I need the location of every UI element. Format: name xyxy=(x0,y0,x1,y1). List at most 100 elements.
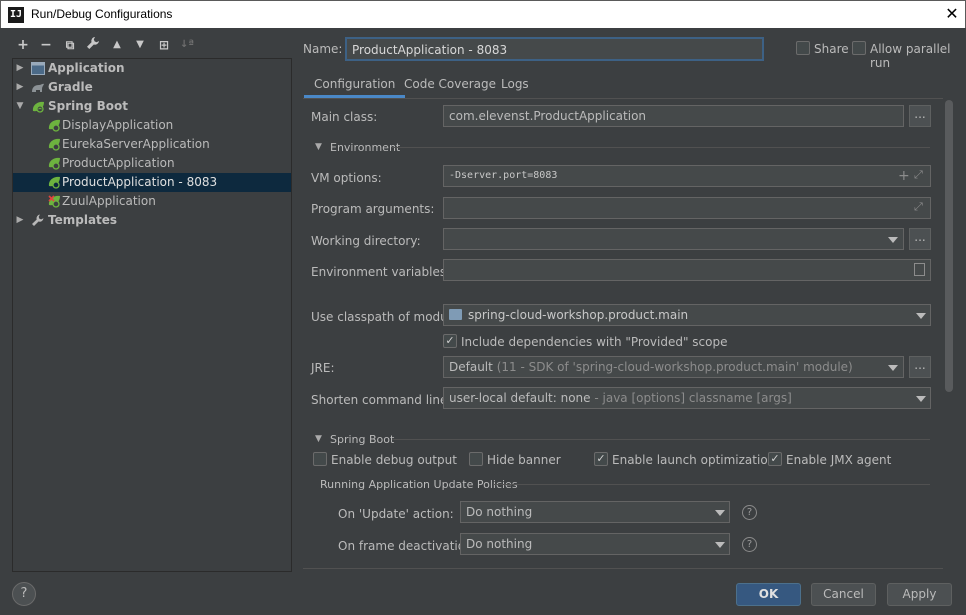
expand-arrow-icon[interactable]: ▶ xyxy=(15,211,25,230)
apply-button[interactable]: Apply xyxy=(887,583,952,606)
program-arguments-field[interactable] xyxy=(443,197,931,219)
shorten-detail: - java [options] classname [args] xyxy=(594,391,792,405)
chevron-down-icon[interactable] xyxy=(916,313,926,319)
close-icon[interactable]: ✕ xyxy=(943,4,961,23)
expand-arrow-icon[interactable]: ▶ xyxy=(15,59,25,78)
program-arguments-label: Program arguments: xyxy=(311,202,435,216)
jre-browse-button[interactable]: ... xyxy=(909,356,931,378)
intellij-logo-icon: IJ xyxy=(8,7,24,23)
classpath-module-select[interactable]: spring-cloud-workshop.product.main xyxy=(443,304,931,326)
move-up-icon[interactable]: ▲ xyxy=(108,36,126,54)
enable-jmx-agent-checkbox[interactable]: ✓ xyxy=(768,452,782,466)
chevron-down-icon[interactable] xyxy=(888,237,898,243)
expand-arrow-icon[interactable]: ▶ xyxy=(15,78,25,97)
main-class-field[interactable]: com.elevenst.ProductApplication xyxy=(443,105,904,127)
title-bar: IJ Run/Debug Configurations ✕ xyxy=(0,0,966,28)
tree-item-application[interactable]: ▶ Application xyxy=(13,59,291,78)
tree-item-product-application[interactable]: ProductApplication xyxy=(13,154,291,173)
list-icon[interactable] xyxy=(914,263,925,276)
working-directory-label: Working directory: xyxy=(311,234,421,248)
environment-collapse-icon[interactable]: ▼ xyxy=(315,142,322,152)
add-icon[interactable]: + xyxy=(898,168,910,184)
update-action-select[interactable]: Do nothing xyxy=(460,501,730,523)
spring-boot-divider xyxy=(392,439,930,440)
working-directory-browse-button[interactable]: ... xyxy=(909,228,931,250)
tree-item-eureka-server-application[interactable]: EurekaServerApplication xyxy=(13,135,291,154)
main-class-browse-button[interactable]: ... xyxy=(909,105,931,127)
shorten-command-line-label: Shorten command line: xyxy=(311,393,452,407)
add-icon[interactable]: + xyxy=(14,36,32,54)
frame-deactivation-select[interactable]: Do nothing xyxy=(460,533,730,555)
tree-item-product-application-8083[interactable]: ProductApplication - 8083 xyxy=(13,173,291,192)
allow-parallel-run-checkbox[interactable] xyxy=(852,41,866,55)
sort-icon[interactable]: ↓ª xyxy=(178,36,196,54)
tree-item-label: Spring Boot xyxy=(48,99,128,113)
tab-code-coverage[interactable]: Code Coverage xyxy=(394,70,506,98)
wrench-icon xyxy=(31,214,45,227)
tree-item-label: Templates xyxy=(48,213,118,227)
jre-value: Default xyxy=(449,360,493,374)
tree-item-label: DisplayApplication xyxy=(62,118,174,132)
enable-launch-optimization-checkbox[interactable]: ✓ xyxy=(594,452,608,466)
scrollbar-thumb[interactable] xyxy=(945,100,953,392)
tabs-divider xyxy=(303,98,943,99)
working-directory-field[interactable] xyxy=(443,228,904,250)
spring-boot-icon xyxy=(48,157,62,170)
environment-variables-field[interactable] xyxy=(443,259,931,281)
collapse-arrow-icon[interactable]: ▼ xyxy=(15,97,25,116)
share-checkbox[interactable] xyxy=(796,41,810,55)
tree-item-zuul-application[interactable]: ZuulApplication xyxy=(13,192,291,211)
ok-button[interactable]: OK xyxy=(736,583,801,606)
tree-item-label: ProductApplication - 8083 xyxy=(62,175,218,189)
window-title: Run/Debug Configurations xyxy=(31,7,173,21)
tab-configuration[interactable]: Configuration xyxy=(304,70,406,98)
chevron-down-icon[interactable] xyxy=(916,396,926,402)
enable-jmx-agent-label: Enable JMX agent xyxy=(786,453,892,467)
chevron-down-icon[interactable] xyxy=(715,542,725,548)
application-icon xyxy=(31,62,45,75)
enable-launch-optimization-label: Enable launch optimization xyxy=(612,453,776,467)
help-icon[interactable]: ? xyxy=(742,505,757,520)
vm-options-field[interactable]: -Dserver.port=8083 xyxy=(443,165,931,187)
tree-item-label: EurekaServerApplication xyxy=(62,137,210,151)
tree-item-label: Gradle xyxy=(48,80,93,94)
folder-add-icon[interactable]: ⊞ xyxy=(155,36,173,54)
cancel-button[interactable]: Cancel xyxy=(811,583,876,606)
hide-banner-checkbox[interactable] xyxy=(469,452,483,466)
spring-boot-icon xyxy=(48,176,62,189)
configuration-tree[interactable]: ▶ Application ▶ Gradle ▼ Spring Boot Dis… xyxy=(12,58,292,572)
wrench-icon[interactable] xyxy=(84,36,102,54)
name-field[interactable]: ProductApplication - 8083 xyxy=(345,37,764,61)
enable-debug-output-label: Enable debug output xyxy=(331,453,457,467)
shorten-command-line-select[interactable]: user-local default: none - java [options… xyxy=(443,387,931,409)
environment-variables-label: Environment variables: xyxy=(311,265,451,279)
environment-section-title: Environment xyxy=(330,141,401,154)
spring-boot-icon xyxy=(48,138,62,151)
include-dependencies-checkbox[interactable]: ✓ xyxy=(443,334,457,348)
tree-item-display-application[interactable]: DisplayApplication xyxy=(13,116,291,135)
spring-boot-collapse-icon[interactable]: ▼ xyxy=(315,434,322,444)
tab-logs[interactable]: Logs xyxy=(491,70,539,98)
expand-icon[interactable]: ⤢ xyxy=(914,168,923,182)
copy-icon[interactable]: ⧉ xyxy=(61,36,79,54)
tree-item-spring-boot[interactable]: ▼ Spring Boot xyxy=(13,97,291,116)
tree-item-templates[interactable]: ▶ Templates xyxy=(13,211,291,230)
spring-boot-icon xyxy=(48,119,62,132)
jre-select[interactable]: Default (11 - SDK of 'spring-cloud-works… xyxy=(443,356,904,378)
tree-item-gradle[interactable]: ▶ Gradle xyxy=(13,78,291,97)
tree-item-label: Application xyxy=(48,61,125,75)
chevron-down-icon[interactable] xyxy=(715,510,725,516)
help-icon[interactable]: ? xyxy=(742,537,757,552)
chevron-down-icon[interactable] xyxy=(888,365,898,371)
spring-boot-section-title: Spring Boot xyxy=(330,433,395,446)
gradle-icon xyxy=(31,81,45,94)
expand-icon[interactable]: ⤢ xyxy=(914,200,923,214)
help-button[interactable]: ? xyxy=(12,582,36,606)
spring-boot-error-icon xyxy=(48,195,62,208)
vm-options-label: VM options: xyxy=(311,171,382,185)
classpath-module-label: Use classpath of module: xyxy=(311,310,463,324)
remove-icon[interactable]: − xyxy=(37,36,55,54)
enable-debug-output-checkbox[interactable] xyxy=(313,452,327,466)
module-icon xyxy=(449,309,462,320)
move-down-icon[interactable]: ▼ xyxy=(131,36,149,54)
